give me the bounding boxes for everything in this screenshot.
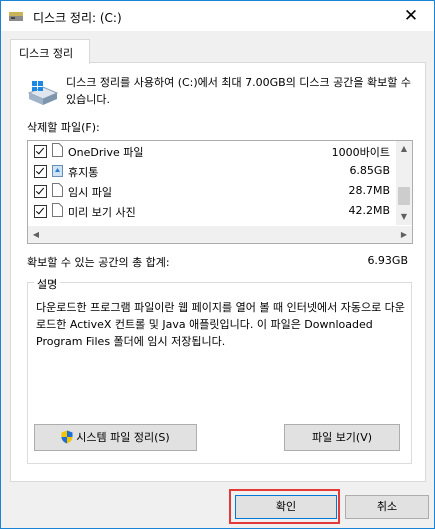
file-name: OneDrive 파일 — [68, 146, 144, 159]
uac-shield-icon — [61, 430, 73, 444]
description-legend: 설명 — [34, 276, 61, 292]
file-name: 휴지통 — [68, 166, 99, 179]
scroll-right-icon[interactable]: ▶ — [396, 226, 412, 243]
file-size: 28.7MB — [348, 184, 390, 197]
horizontal-scrollbar[interactable]: ◀ ▶ — [28, 226, 412, 243]
disk-cleanup-window: 디스크 정리: (C:) ✕ 디스크 정리 디스크 정리를 사용하여 (C:)에… — [0, 0, 435, 529]
intro-text: 디스크 정리를 사용하여 (C:)에서 최대 7.00GB의 디스크 공간을 확… — [66, 76, 411, 106]
files-list[interactable]: OneDrive 파일 1000바이트 휴지통 6.85GB 임시 파일 28.… — [27, 140, 413, 244]
list-item[interactable]: 임시 파일 28.7MB — [28, 181, 396, 201]
cancel-button[interactable]: 취소 — [345, 495, 429, 519]
ok-button-highlight — [229, 489, 340, 524]
total-space-value: 6.93GB — [367, 254, 408, 267]
file-name: 미리 보기 사진 — [68, 206, 136, 219]
description-text: 다운로드한 프로그램 파일이란 웹 페이지를 열어 볼 때 인터넷에서 자동으로… — [36, 301, 405, 348]
title-bar[interactable]: 디스크 정리: (C:) ✕ — [1, 1, 434, 31]
checkbox[interactable] — [34, 145, 47, 158]
file-name: 임시 파일 — [68, 186, 112, 199]
file-size: 42.2MB — [348, 204, 390, 217]
disk-cleanup-icon — [9, 12, 23, 21]
tab-disk-cleanup[interactable]: 디스크 정리 — [10, 39, 90, 64]
checkbox[interactable] — [34, 205, 47, 218]
tab-label: 디스크 정리 — [19, 47, 74, 60]
files-to-delete-label: 삭제할 파일(F): — [27, 121, 100, 134]
window-title: 디스크 정리: (C:) — [33, 11, 122, 25]
file-icon — [52, 143, 63, 157]
view-files-label: 파일 보기(V) — [311, 431, 373, 444]
file-size: 1000바이트 — [331, 146, 390, 159]
file-icon — [52, 183, 63, 197]
list-item[interactable]: OneDrive 파일 1000바이트 — [28, 141, 396, 161]
scroll-thumb[interactable] — [398, 187, 410, 205]
file-size: 6.85GB — [349, 164, 390, 177]
checkbox[interactable] — [34, 185, 47, 198]
cancel-label: 취소 — [376, 500, 398, 513]
file-icon — [52, 203, 63, 217]
scroll-up-icon[interactable]: ▲ — [396, 141, 412, 157]
view-files-button[interactable]: 파일 보기(V) — [284, 424, 400, 451]
recycle-bin-icon — [52, 165, 63, 177]
main-panel: 디스크 정리를 사용하여 (C:)에서 최대 7.00GB의 디스크 공간을 확… — [10, 62, 426, 482]
total-space-label: 확보할 수 있는 공간의 총 합계: — [27, 256, 170, 269]
checkbox[interactable] — [34, 165, 47, 178]
scroll-down-icon[interactable]: ▼ — [396, 209, 412, 225]
list-item[interactable]: 휴지통 6.85GB — [28, 161, 396, 181]
list-item[interactable]: 미리 보기 사진 42.2MB — [28, 201, 396, 221]
close-button[interactable]: ✕ — [388, 1, 434, 31]
cleanup-system-files-button[interactable]: 시스템 파일 정리(S) — [34, 424, 197, 451]
drive-icon — [27, 81, 59, 105]
vertical-scrollbar[interactable]: ▲ ▼ — [396, 141, 412, 225]
scroll-left-icon[interactable]: ◀ — [28, 226, 44, 243]
cleanup-system-files-label: 시스템 파일 정리(S) — [76, 431, 170, 444]
